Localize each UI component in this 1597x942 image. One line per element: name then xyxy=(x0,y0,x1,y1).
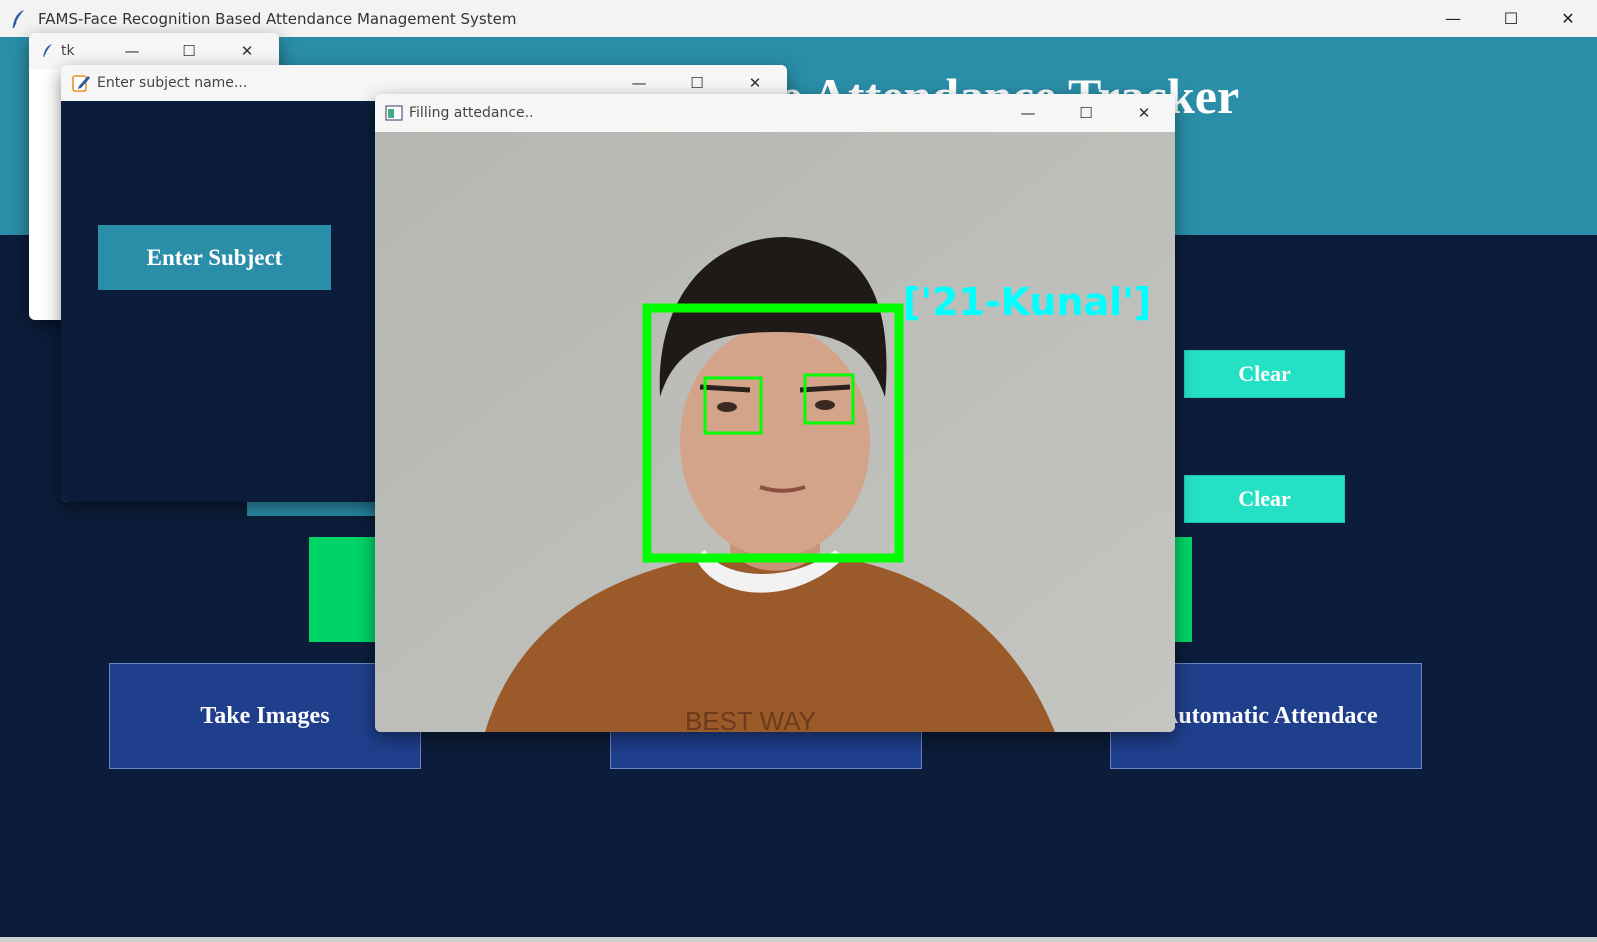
camera-window: Filling attedance.. — ☐ ✕ BEST WAY ['21-… xyxy=(375,94,1175,732)
automatic-attendance-label: Automatic Attendace xyxy=(1161,702,1378,729)
tk-close-button[interactable]: ✕ xyxy=(219,33,275,69)
green-button-left[interactable] xyxy=(309,537,379,642)
shirt-text: BEST WAY xyxy=(685,706,816,732)
minimize-icon: — xyxy=(124,42,140,60)
tk-minimize-button[interactable]: — xyxy=(104,33,160,69)
camera-minimize-button[interactable]: — xyxy=(1000,94,1056,132)
enter-subject-button[interactable]: Enter Subject xyxy=(98,225,331,290)
right-eye xyxy=(815,400,835,410)
subject-title: Enter subject name... xyxy=(97,75,248,91)
app-title: FAMS-Face Recognition Based Attendance M… xyxy=(38,9,517,28)
maximize-icon: ☐ xyxy=(1079,104,1093,122)
notepad-icon xyxy=(72,75,90,92)
close-button[interactable]: ✕ xyxy=(1539,0,1597,37)
tk-maximize-button[interactable]: ☐ xyxy=(161,33,217,69)
minimize-button[interactable]: — xyxy=(1424,0,1482,37)
camera-close-button[interactable]: ✕ xyxy=(1116,94,1172,132)
taskbar-edge xyxy=(0,937,1597,942)
close-icon: ✕ xyxy=(748,74,762,92)
clear-button-2[interactable]: Clear xyxy=(1184,475,1345,523)
camera-maximize-button[interactable]: ☐ xyxy=(1058,94,1114,132)
close-icon: ✕ xyxy=(1561,9,1575,28)
minimize-icon: — xyxy=(1020,104,1036,122)
person-face xyxy=(680,327,870,557)
close-icon: ✕ xyxy=(240,42,254,60)
maximize-icon: ☐ xyxy=(182,42,196,60)
maximize-icon: ☐ xyxy=(1503,9,1519,28)
right-brow xyxy=(799,384,851,393)
minimize-icon: — xyxy=(1445,9,1461,28)
feather-icon xyxy=(43,44,52,58)
image-window-icon xyxy=(385,105,403,121)
take-images-label: Take Images xyxy=(200,702,330,729)
clear-button-1[interactable]: Clear xyxy=(1184,350,1345,398)
camera-frame: BEST WAY ['21-Kunal'] xyxy=(375,132,1175,732)
main-title-bar: FAMS-Face Recognition Based Attendance M… xyxy=(0,0,1597,37)
camera-feed: BEST WAY ['21-Kunal'] xyxy=(375,132,1175,732)
maximize-button[interactable]: ☐ xyxy=(1482,0,1540,37)
left-brow xyxy=(699,384,751,393)
left-eye xyxy=(717,402,737,412)
camera-title: Filling attedance.. xyxy=(409,105,534,121)
maximize-icon: ☐ xyxy=(690,74,704,92)
minimize-icon: — xyxy=(631,74,647,92)
close-icon: ✕ xyxy=(1137,104,1151,122)
recognized-label: ['21-Kunal'] xyxy=(903,280,1151,324)
feather-icon xyxy=(12,9,24,28)
tk-title: tk xyxy=(61,43,75,59)
